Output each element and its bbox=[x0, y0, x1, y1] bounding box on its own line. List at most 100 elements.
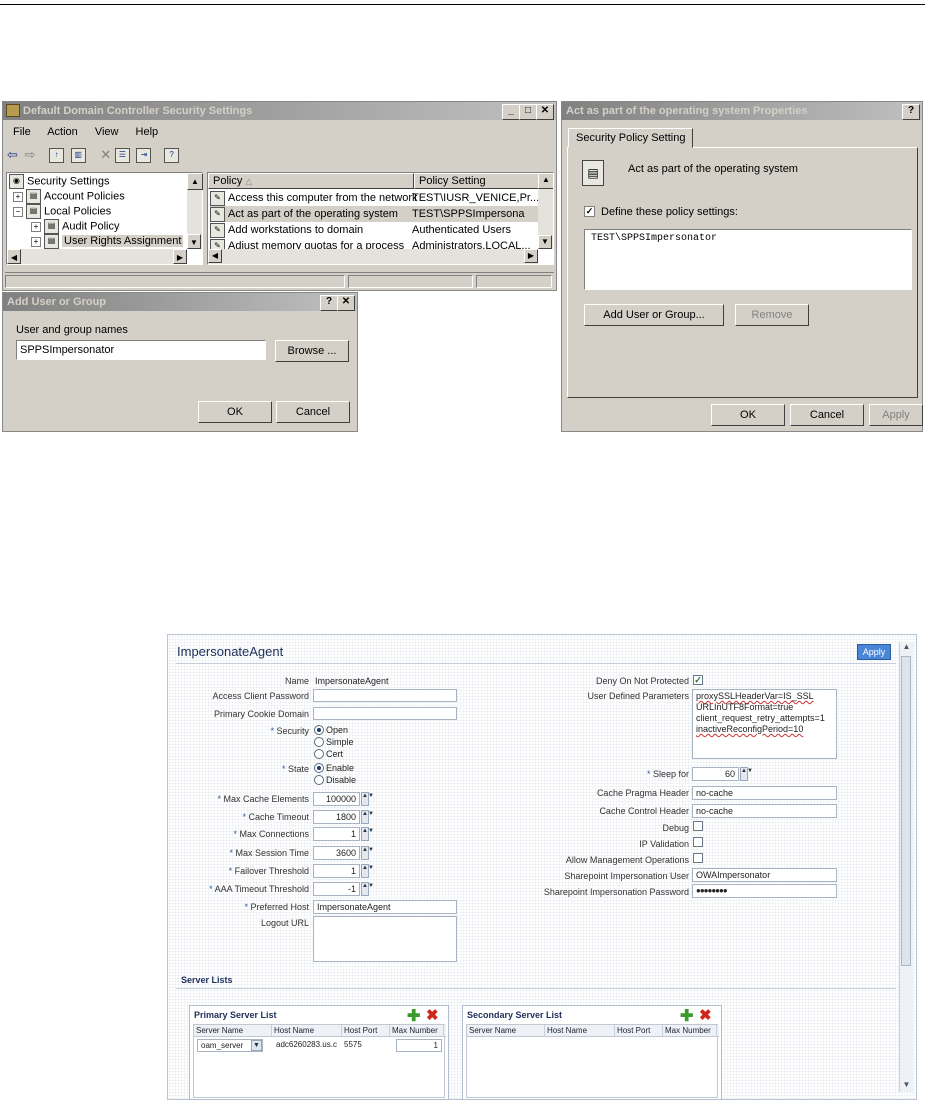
cache-timeout-input[interactable]: 1800 bbox=[313, 810, 360, 824]
radio-selected-icon[interactable] bbox=[314, 762, 324, 773]
sleep-for-input[interactable]: 60 bbox=[692, 767, 739, 781]
scroll-up-icon[interactable]: ▲ bbox=[187, 173, 203, 190]
preferred-host-input[interactable]: ImpersonateAgent bbox=[313, 900, 457, 914]
list-vscroll[interactable]: ▲ ▼ bbox=[538, 173, 553, 249]
ddcs-titlebar[interactable]: Default Domain Controller Security Setti… bbox=[3, 102, 556, 120]
security-radio-open[interactable]: Open bbox=[314, 724, 348, 736]
aaa-timeout-threshold-input[interactable]: -1 bbox=[313, 882, 360, 896]
cancel-button[interactable]: Cancel bbox=[790, 404, 864, 426]
col-max-number[interactable]: Max Number bbox=[390, 1025, 444, 1037]
spinner-icon[interactable]: ▲▼ bbox=[740, 767, 753, 781]
delete-icon[interactable]: ✕ bbox=[100, 147, 111, 162]
help-button[interactable]: ? bbox=[320, 295, 338, 311]
col-host-port[interactable]: Host Port bbox=[342, 1025, 390, 1037]
remove-button[interactable]: Remove bbox=[735, 304, 809, 326]
scroll-right-icon[interactable]: ▶ bbox=[524, 249, 538, 263]
tree-item-user-rights[interactable]: + ▤ User Rights Assignment bbox=[9, 234, 200, 249]
add-row-icon[interactable]: ✚ bbox=[407, 1006, 420, 1026]
scroll-down-icon[interactable]: ▼ bbox=[901, 1080, 912, 1092]
ok-button[interactable]: OK bbox=[198, 401, 272, 423]
spinner-icon[interactable]: ▲▼ bbox=[361, 864, 374, 878]
help-icon[interactable]: ? bbox=[164, 148, 180, 164]
scroll-thumb[interactable] bbox=[901, 656, 911, 966]
max-cache-elements-input[interactable]: 100000 bbox=[313, 792, 360, 806]
list-item-selected[interactable]: ✎ Act as part of the operating system TEST… bbox=[210, 206, 540, 222]
expand-icon[interactable]: + bbox=[13, 191, 23, 202]
apply-button[interactable]: Apply bbox=[857, 644, 891, 660]
radio-icon[interactable] bbox=[314, 736, 324, 747]
tree-hscroll[interactable]: ◀ ▶ bbox=[7, 249, 187, 264]
spinner-icon[interactable]: ▲▼ bbox=[361, 827, 374, 841]
radio-icon[interactable] bbox=[314, 748, 324, 759]
host-name-cell[interactable]: adc6260283.us.c bbox=[276, 1040, 340, 1049]
collapse-icon[interactable]: − bbox=[13, 206, 23, 217]
help-button[interactable]: ? bbox=[902, 104, 920, 120]
radio-icon[interactable] bbox=[314, 774, 324, 785]
up-folder-icon[interactable]: ↑ bbox=[49, 148, 65, 164]
menu-action[interactable]: Action bbox=[47, 126, 78, 138]
minimize-button[interactable]: _ bbox=[502, 104, 520, 120]
failover-threshold-input[interactable]: 1 bbox=[313, 864, 360, 878]
state-radio-disable[interactable]: Disable bbox=[314, 774, 356, 786]
spinner-icon[interactable]: ▲▼ bbox=[361, 846, 374, 860]
scroll-up-icon[interactable]: ▲ bbox=[538, 173, 553, 189]
tree-item-local-policies[interactable]: − ▤ Local Policies bbox=[9, 204, 200, 219]
logout-url-input[interactable] bbox=[313, 916, 457, 962]
max-connections-input[interactable]: 1 bbox=[313, 827, 360, 841]
debug-checkbox[interactable] bbox=[693, 821, 703, 831]
user-names-input[interactable]: SPPSImpersonator bbox=[16, 340, 266, 360]
scroll-left-icon[interactable]: ◀ bbox=[7, 249, 21, 264]
col-server-name[interactable]: Server Name bbox=[194, 1025, 272, 1037]
maximize-button[interactable]: □ bbox=[519, 104, 537, 120]
delete-row-icon[interactable]: ✖ bbox=[699, 1006, 712, 1024]
apply-button[interactable]: Apply bbox=[869, 404, 923, 426]
forward-icon[interactable]: ⇨ bbox=[25, 147, 36, 162]
expand-icon[interactable]: + bbox=[31, 221, 41, 232]
list-item[interactable]: ✎ Add workstations to domain Authenticated… bbox=[210, 222, 540, 238]
properties-titlebar[interactable]: Act as part of the operating system Prop… bbox=[562, 102, 922, 120]
col-max-number[interactable]: Max Number bbox=[663, 1025, 717, 1037]
table-row[interactable]: oam_server ▼ adc6260283.us.c 5575 1 bbox=[194, 1039, 446, 1053]
export-list-icon[interactable]: ⇥ bbox=[136, 148, 152, 164]
host-port-cell[interactable]: 5575 bbox=[344, 1040, 362, 1049]
add-user-or-group-button[interactable]: Add User or Group... bbox=[584, 304, 724, 326]
properties-icon[interactable]: ☰ bbox=[114, 148, 130, 164]
policy-entries-list[interactable]: TEST\SPPSImpersonator bbox=[584, 229, 912, 290]
menu-view[interactable]: View bbox=[95, 126, 119, 138]
browse-button[interactable]: Browse ... bbox=[275, 340, 349, 362]
sharepoint-password-input[interactable]: ●●●●●●●● bbox=[692, 884, 837, 898]
dropdown-icon[interactable]: ▼ bbox=[251, 1040, 262, 1051]
max-number-input[interactable]: 1 bbox=[396, 1039, 442, 1052]
spinner-icon[interactable]: ▲▼ bbox=[361, 792, 374, 806]
sharepoint-user-input[interactable]: OWAImpersonator bbox=[692, 868, 837, 882]
cancel-button[interactable]: Cancel bbox=[276, 401, 350, 423]
define-checkbox[interactable]: ✓ bbox=[584, 206, 595, 217]
panel-vscroll[interactable]: ▲ ▼ bbox=[899, 642, 913, 1092]
primary-cookie-domain-input[interactable] bbox=[313, 707, 457, 720]
tree-item-account-policies[interactable]: + ▤ Account Policies bbox=[9, 189, 200, 204]
access-client-password-input[interactable] bbox=[313, 689, 457, 702]
list-item[interactable]: ✎ Access this computer from the networkTE… bbox=[210, 190, 540, 206]
ok-button[interactable]: OK bbox=[711, 404, 785, 426]
tree-item-audit-policy[interactable]: + ▤ Audit Policy bbox=[9, 219, 200, 234]
tree-vscroll[interactable]: ▲ ▼ bbox=[187, 173, 203, 249]
radio-selected-icon[interactable] bbox=[314, 724, 324, 735]
security-radio-simple[interactable]: Simple bbox=[314, 736, 354, 748]
back-icon[interactable]: ⇦ bbox=[7, 147, 18, 162]
scroll-down-icon[interactable]: ▼ bbox=[538, 235, 552, 249]
spinner-icon[interactable]: ▲▼ bbox=[361, 882, 374, 896]
close-button[interactable]: ✕ bbox=[536, 104, 554, 120]
max-session-time-input[interactable]: 3600 bbox=[313, 846, 360, 860]
add-user-titlebar[interactable]: Add User or Group bbox=[3, 293, 357, 311]
expand-icon[interactable]: + bbox=[31, 236, 41, 247]
list-item[interactable]: TEST\SPPSImpersonator bbox=[591, 233, 905, 244]
spinner-icon[interactable]: ▲▼ bbox=[361, 810, 374, 824]
scroll-up-icon[interactable]: ▲ bbox=[901, 642, 912, 654]
ip-validation-checkbox[interactable] bbox=[693, 837, 703, 847]
cache-pragma-header-input[interactable]: no-cache bbox=[692, 786, 837, 800]
col-server-name[interactable]: Server Name bbox=[467, 1025, 545, 1037]
security-radio-cert[interactable]: Cert bbox=[314, 748, 343, 760]
deny-on-not-protected-checkbox[interactable]: ✓ bbox=[693, 675, 703, 685]
col-host-name[interactable]: Host Name bbox=[272, 1025, 342, 1037]
allow-management-operations-checkbox[interactable] bbox=[693, 853, 703, 863]
